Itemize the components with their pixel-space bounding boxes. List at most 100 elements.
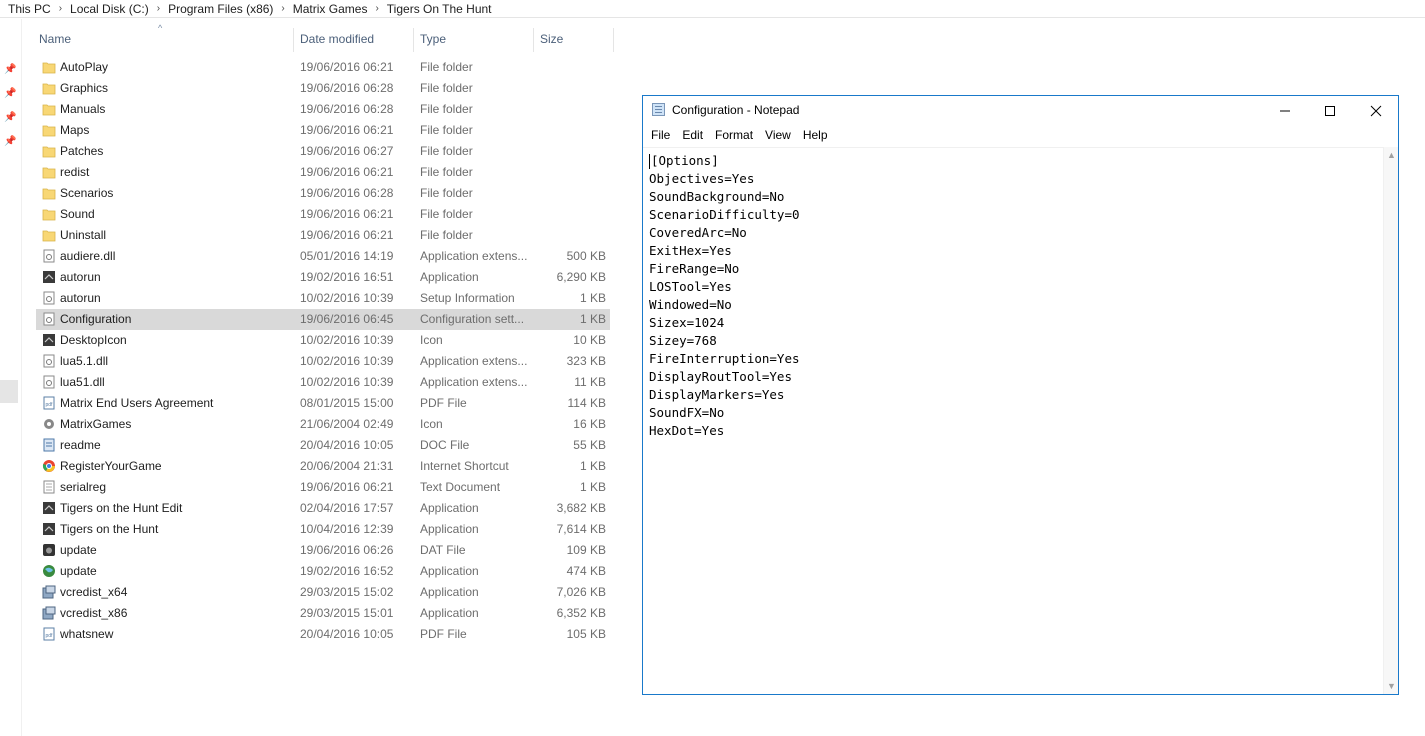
folder-icon [42,144,56,158]
column-divider[interactable] [613,28,614,52]
folder-icon [42,228,56,242]
file-row[interactable]: Sound 19/06/2016 06:21 File folder [36,204,610,225]
app-icon [42,501,56,515]
file-row[interactable]: update 19/02/2016 16:52 Application 474 KB [36,561,610,582]
setup-icon [42,291,56,305]
file-type: File folder [420,81,473,95]
column-header-date-modified[interactable]: Date modified [300,28,410,52]
pin-icon[interactable]: 📌 [4,136,16,148]
breadcrumb-item[interactable]: Local Disk (C:) [66,2,153,16]
breadcrumb-item[interactable]: Tigers On The Hunt [383,2,496,16]
file-date: 19/06/2016 06:28 [300,186,394,200]
file-type: Application [420,501,479,515]
file-row[interactable]: Manuals 19/06/2016 06:28 File folder [36,99,610,120]
notepad-title-bar[interactable]: Configuration - Notepad [643,96,1398,125]
column-header-name[interactable]: Name [39,28,289,52]
pin-icon[interactable]: 📌 [4,112,16,124]
pin-icon[interactable]: 📌 [4,64,16,76]
app-icon [42,522,56,536]
minimize-icon [1279,110,1290,111]
chevron-right-icon[interactable]: › [55,3,66,14]
file-row[interactable]: Uninstall 19/06/2016 06:21 File folder [36,225,610,246]
menu-view[interactable]: View [759,128,797,142]
file-row[interactable]: AutoPlay 19/06/2016 06:21 File folder [36,57,610,78]
file-name: vcredist_x86 [60,606,128,620]
file-row[interactable]: Scenarios 19/06/2016 06:28 File folder [36,183,610,204]
file-name: Manuals [60,102,106,116]
notepad-text-area[interactable]: [Options] Objectives=Yes SoundBackground… [643,147,1384,695]
file-name: readme [60,438,101,452]
file-row[interactable]: DesktopIcon 10/02/2016 10:39 Icon 10 KB [36,330,610,351]
camera-icon [42,543,56,557]
notepad-content[interactable]: [Options] Objectives=Yes SoundBackground… [649,152,800,440]
file-date: 21/06/2004 02:49 [300,417,394,431]
file-name: Tigers on the Hunt Edit [60,501,183,515]
menu-edit[interactable]: Edit [676,128,709,142]
file-type: File folder [420,207,473,221]
file-name: DesktopIcon [60,333,127,347]
file-row[interactable]: vcredist_x64 29/03/2015 15:02 Application 7… [36,582,610,603]
file-row[interactable]: redist 19/06/2016 06:21 File folder [36,162,610,183]
file-row[interactable]: readme 20/04/2016 10:05 DOC File 55 KB [36,435,610,456]
file-type: Application extens... [420,249,528,263]
file-row[interactable]: Patches 19/06/2016 06:27 File folder [36,141,610,162]
column-header-type[interactable]: Type [420,28,530,52]
file-type: Text Document [420,480,501,494]
notepad-icon [652,103,665,116]
breadcrumb-item[interactable]: This PC [8,2,55,16]
file-row[interactable]: lua51.dll 10/02/2016 10:39 Application ext… [36,372,610,393]
chevron-right-icon[interactable]: › [277,3,288,14]
file-row[interactable]: autorun 19/02/2016 16:51 Application 6,290 … [36,267,610,288]
file-name: update [60,564,97,578]
maximize-button[interactable] [1307,96,1352,125]
menu-help[interactable]: Help [797,128,834,142]
file-row[interactable]: autorun 10/02/2016 10:39 Setup Information… [36,288,610,309]
notepad-window[interactable]: Configuration - Notepad File Edit Format Vi… [642,95,1399,695]
column-header-size[interactable]: Size [540,28,610,52]
breadcrumb-item[interactable]: Program Files (x86) [164,2,277,16]
dll-icon [42,249,56,263]
column-divider[interactable] [293,28,294,52]
chevron-right-icon[interactable]: › [153,3,164,14]
close-button[interactable] [1353,96,1398,125]
file-name: MatrixGames [60,417,132,431]
file-row[interactable]: MatrixGames 21/06/2004 02:49 Icon 16 KB [36,414,610,435]
file-row[interactable]: Graphics 19/06/2016 06:28 File folder [36,78,610,99]
file-type: Internet Shortcut [420,459,509,473]
file-row[interactable]: Maps 19/06/2016 06:21 File folder [36,120,610,141]
file-name: lua51.dll [60,375,105,389]
file-date: 10/02/2016 10:39 [300,333,394,347]
file-row[interactable]: audiere.dll 05/01/2016 14:19 Application e… [36,246,610,267]
file-row[interactable]: Tigers on the Hunt Edit 02/04/2016 17:57 A… [36,498,610,519]
pin-icon[interactable]: 📌 [4,88,16,100]
file-row[interactable]: vcredist_x86 29/03/2015 15:01 Application 6… [36,603,610,624]
vertical-scrollbar[interactable]: ▲ ▼ [1383,147,1398,694]
chevron-right-icon[interactable]: › [371,3,382,14]
file-size: 10 KB [573,333,606,347]
minimize-button[interactable] [1262,96,1307,125]
scroll-down-icon[interactable]: ▼ [1384,681,1399,691]
breadcrumb-item[interactable]: Matrix Games [289,2,372,16]
file-row[interactable]: Configuration 19/06/2016 06:45 Configurati… [36,309,610,330]
file-row[interactable]: pdf Matrix End Users Agreement 08/01/2015 … [36,393,610,414]
file-row[interactable]: serialreg 19/06/2016 06:21 Text Document 1 … [36,477,610,498]
scroll-up-icon[interactable]: ▲ [1384,150,1399,160]
nav-selected-item[interactable] [0,380,18,403]
dll-icon [42,375,56,389]
column-divider[interactable] [533,28,534,52]
file-row[interactable]: lua5.1.dll 10/02/2016 10:39 Application ex… [36,351,610,372]
menu-format[interactable]: Format [709,128,759,142]
file-row[interactable]: RegisterYourGame 20/06/2004 21:31 Internet… [36,456,610,477]
column-divider[interactable] [413,28,414,52]
file-row[interactable]: Tigers on the Hunt 10/04/2016 12:39 Applic… [36,519,610,540]
file-size: 105 KB [566,627,606,641]
file-size: 7,026 KB [556,585,606,599]
menu-file[interactable]: File [645,128,676,142]
file-date: 19/02/2016 16:52 [300,564,394,578]
file-row[interactable]: pdf whatsnew 20/04/2016 10:05 PDF File 105 K… [36,624,610,645]
file-date: 19/06/2016 06:21 [300,207,394,221]
navigation-pane[interactable]: 📌 📌 📌 📌 [0,19,22,736]
window-title: Configuration - Notepad [672,103,800,117]
file-row[interactable]: update 19/06/2016 06:26 DAT File 109 KB [36,540,610,561]
globe-icon [42,564,56,578]
